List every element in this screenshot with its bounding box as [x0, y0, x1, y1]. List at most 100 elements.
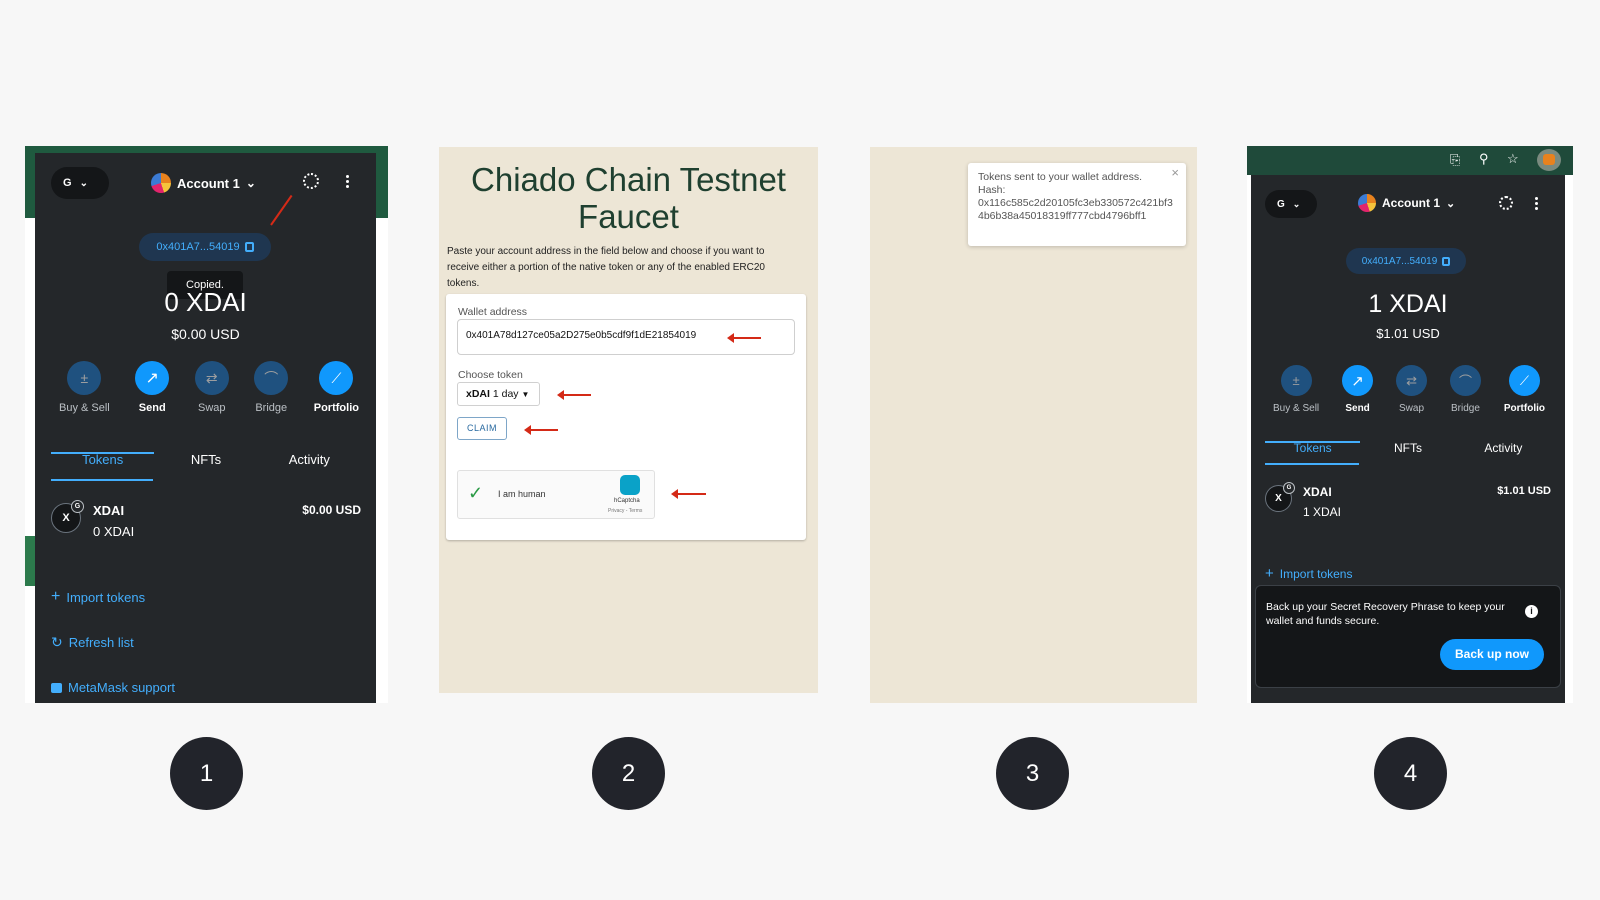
buy-sell-button[interactable]: ± Buy & Sell	[59, 361, 110, 414]
tab-nfts[interactable]: NFTs	[154, 452, 257, 477]
network-label: G	[1277, 198, 1285, 210]
metamask-popup: G ⌄ Account 1 ⌄ 0x401A7...54019 1 XDAI $…	[1251, 175, 1565, 703]
token-name: xDAI	[466, 388, 490, 400]
account-name: Account 1	[177, 175, 240, 191]
send-button[interactable]: ↗ Send	[1342, 365, 1374, 414]
portfolio-button[interactable]: ⟋ Portfolio	[314, 361, 359, 414]
bridge-icon: ⌒	[1449, 365, 1481, 396]
refresh-list-label: Refresh list	[68, 635, 134, 650]
step-number-3: 3	[996, 737, 1069, 810]
buy-sell-button[interactable]: ± Buy & Sell	[1273, 365, 1319, 414]
wallet-address-label: Wallet address	[458, 306, 528, 318]
bridge-label: Bridge	[1451, 403, 1480, 414]
back-up-now-button[interactable]: Back up now	[1440, 639, 1544, 670]
caret-down-icon: ▼	[521, 390, 530, 399]
panel-1-screenshot: G ⌄ Account 1 ⌄ 0x401A7...54019 Copied. …	[25, 146, 388, 703]
title-line-1: Chiado Chain Testnet	[471, 161, 786, 198]
plus-icon: +	[1265, 565, 1274, 582]
tab-nfts-label: NFTs	[190, 452, 222, 467]
import-tokens-label: Import tokens	[1279, 566, 1353, 581]
chevron-down-icon: ⌄	[1446, 197, 1456, 210]
bridge-button[interactable]: ⌒ Bridge	[254, 361, 289, 414]
token-amount: 0 XDAI	[93, 524, 135, 539]
choose-token-label: Choose token	[458, 369, 523, 381]
account-avatar	[151, 173, 171, 193]
tab-bar: Tokens NFTs Activity	[1265, 441, 1551, 455]
panel-2-faucet: Chiado Chain Testnet Faucet Paste your a…	[439, 147, 818, 693]
hcaptcha-widget[interactable]: ✓ I am human hCaptcha Privacy - Terms	[457, 470, 655, 519]
step-number-2: 2	[592, 737, 665, 810]
hcaptcha-logo-icon	[620, 475, 640, 495]
account-avatar	[1358, 194, 1376, 212]
buy-sell-label: Buy & Sell	[1273, 403, 1320, 414]
tab-tokens-label: Tokens	[82, 452, 124, 467]
network-picker[interactable]: G ⌄	[51, 167, 109, 199]
swap-icon: ⇄	[1396, 365, 1428, 396]
menu-kebab-icon[interactable]	[346, 175, 349, 188]
tab-activity[interactable]: Activity	[258, 452, 361, 477]
zoom-icon[interactable]: ⚲	[1479, 151, 1489, 167]
address-short: 0x401A7...54019	[156, 241, 240, 253]
xdai-token-icon: X G	[1265, 482, 1295, 512]
panel-3-confirmation: × Tokens sent to your wallet address. Ha…	[870, 147, 1197, 703]
connected-sites-icon[interactable]	[1499, 196, 1513, 210]
install-icon[interactable]: ⎘	[1450, 152, 1460, 168]
portfolio-button[interactable]: ⟋ Portfolio	[1504, 365, 1545, 414]
buy-sell-label: Buy & Sell	[59, 402, 110, 414]
copy-icon	[244, 242, 254, 252]
tab-tokens[interactable]: Tokens	[51, 452, 155, 477]
action-bar: ± Buy & Sell ↗ Send ⇄ Swap ⌒ Bridge ⟋ Portfol…	[1273, 365, 1545, 414]
metamask-popup: G ⌄ Account 1 ⌄ 0x401A7...54019 Copied. …	[35, 153, 376, 703]
checkmark-icon: ✓	[468, 483, 484, 503]
captcha-brand: hCaptcha	[614, 498, 640, 504]
token-symbol: XDAI	[93, 503, 125, 518]
tab-bar: Tokens NFTs Activity	[51, 452, 361, 477]
menu-kebab-icon[interactable]	[1535, 197, 1538, 210]
token-value: $1.01 USD	[1497, 485, 1551, 497]
swap-icon: ⇄	[194, 361, 229, 395]
chevron-down-icon: ⌄	[1292, 198, 1301, 209]
bridge-button[interactable]: ⌒ Bridge	[1449, 365, 1481, 414]
network-picker[interactable]: G ⌄	[1265, 190, 1317, 218]
fiat-balance: $1.01 USD	[1376, 326, 1440, 341]
account-picker[interactable]: Account 1 ⌄	[1358, 194, 1455, 212]
send-button[interactable]: ↗ Send	[135, 361, 170, 414]
swap-button[interactable]: ⇄ Swap	[1396, 365, 1428, 414]
step-number-4: 4	[1374, 737, 1447, 810]
arrow-up-right-icon: ↗	[135, 361, 170, 395]
swap-label: Swap	[1399, 403, 1425, 414]
tab-tokens[interactable]: Tokens	[1265, 441, 1361, 455]
annotation-arrow	[524, 425, 558, 435]
toast-message: Tokens sent to your wallet address.	[978, 171, 1143, 183]
swap-button[interactable]: ⇄ Swap	[194, 361, 229, 414]
backup-text: Back up your Secret Recovery Phrase to k…	[1266, 601, 1505, 627]
tab-activity-label: Activity	[288, 452, 330, 467]
tab-activity[interactable]: Activity	[1456, 441, 1551, 455]
refresh-list-link[interactable]: ↻ Refresh list	[51, 634, 134, 651]
token-row-xdai[interactable]: X G XDAI 1 XDAI $1.01 USD	[1265, 482, 1551, 519]
account-picker[interactable]: Account 1 ⌄	[151, 173, 256, 193]
metamask-support-label: MetaMask support	[68, 680, 175, 695]
star-icon[interactable]: ☆	[1507, 151, 1519, 167]
metamask-support-link[interactable]: MetaMask support	[51, 680, 175, 695]
metamask-extension-icon[interactable]	[1537, 149, 1561, 171]
close-icon[interactable]: ×	[1171, 166, 1179, 179]
claim-button[interactable]: CLAIM	[457, 417, 507, 440]
account-name: Account 1	[1382, 196, 1441, 210]
import-tokens-link[interactable]: + Import tokens	[51, 588, 145, 606]
send-label: Send	[1345, 403, 1370, 414]
annotation-arrow	[727, 333, 761, 343]
plus-minus-icon: ±	[1280, 365, 1312, 396]
portfolio-label: Portfolio	[313, 402, 359, 414]
address-copy-button[interactable]: 0x401A7...54019	[139, 233, 271, 261]
token-row-xdai[interactable]: X G XDAI 0 XDAI $0.00 USD	[51, 500, 361, 539]
arrow-up-right-icon: ↗	[1342, 365, 1374, 396]
connected-sites-icon[interactable]	[303, 173, 319, 189]
import-tokens-link[interactable]: + Import tokens	[1265, 565, 1352, 582]
token-select[interactable]: xDAI 1 day ▼	[457, 382, 540, 406]
tab-nfts[interactable]: NFTs	[1360, 441, 1455, 455]
backup-banner: Back up your Secret Recovery Phrase to k…	[1255, 585, 1561, 688]
address-copy-button[interactable]: 0x401A7...54019	[1346, 248, 1466, 274]
tab-divider	[51, 479, 153, 481]
background-page-right	[375, 218, 388, 703]
